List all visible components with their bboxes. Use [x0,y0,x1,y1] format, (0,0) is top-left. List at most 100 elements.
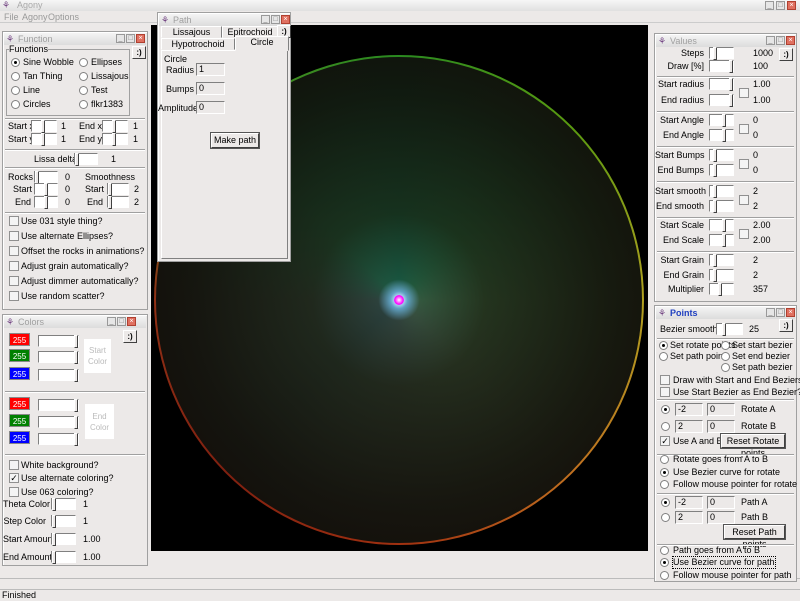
link-checkbox[interactable] [739,159,749,169]
reset-rotate-points-button[interactable]: Reset Rotate points [721,434,785,458]
path-a-y-input[interactable]: 0 [707,496,735,509]
smiley-button[interactable]: :) [779,319,793,332]
checkbox-alternate-coloring[interactable]: ✓ [9,473,19,483]
end-scale-slider[interactable] [709,234,734,247]
radio-lissajous[interactable] [79,72,88,81]
slider-thumb[interactable] [722,219,726,232]
end-smooth-slider[interactable] [709,200,734,213]
start-scale-slider[interactable] [709,219,734,232]
theta-color-slider[interactable] [51,498,76,511]
maximize-button[interactable]: □ [776,36,785,45]
radio-tan-thing[interactable] [11,72,20,81]
checkbox-draw-start-end-beziers[interactable] [660,375,670,385]
checkbox-random-scatter[interactable] [9,291,19,301]
start-red-slider[interactable] [38,335,79,348]
link-checkbox[interactable] [739,229,749,239]
start-smooth-slider[interactable] [709,185,734,198]
menu-agony[interactable]: Agony [22,12,48,23]
bumps-input[interactable]: 0 [196,82,225,95]
path-b-y-input[interactable]: 0 [707,511,735,524]
radio-path-bezier[interactable] [660,558,669,567]
multiplier-slider[interactable] [709,283,734,296]
rocks-end-slider[interactable] [34,196,58,209]
colors-title-bar[interactable]: ⚘ Colors _ □ × [4,316,146,328]
slider-thumb[interactable] [718,283,722,296]
minimize-button[interactable]: _ [766,308,775,317]
start-angle-slider[interactable] [709,114,734,127]
menu-options[interactable]: Options [48,12,79,23]
values-title-bar[interactable]: ⚘ Values _ □ × [656,35,795,47]
checkbox-adjust-grain[interactable] [9,261,19,271]
lissa-delta-slider[interactable] [74,153,98,166]
start-x-slider[interactable] [31,120,57,133]
link-checkbox[interactable] [739,195,749,205]
radio-path-b[interactable] [661,513,670,522]
start-blue-swatch[interactable]: 255 [9,367,30,380]
link-checkbox[interactable] [739,88,749,98]
smooth-start-slider[interactable] [107,183,129,196]
slider-thumb[interactable] [722,234,726,247]
maximize-button[interactable]: □ [126,34,135,43]
close-button[interactable]: × [786,308,795,317]
amplitude-input[interactable]: 0 [196,101,225,114]
end-red-swatch[interactable]: 255 [9,397,30,410]
tab-hypotrochoid[interactable]: Hypotrochoid [161,38,235,50]
steps-slider[interactable] [709,47,734,60]
step-color-slider[interactable] [51,515,76,528]
rocks-slider[interactable] [34,171,58,184]
start-blue-slider[interactable] [38,369,79,382]
link-checkbox[interactable] [739,124,749,134]
slider-thumb[interactable] [713,200,717,213]
radio-rotate-b[interactable] [661,422,670,431]
radio-circles[interactable] [11,100,20,109]
radio-ellipses[interactable] [79,58,88,67]
slider-thumb[interactable] [713,269,717,282]
rotate-a-x-input[interactable]: -2 [675,403,703,416]
end-red-slider[interactable] [38,399,79,412]
start-radius-slider[interactable] [709,78,734,91]
radio-flkr1383[interactable] [79,100,88,109]
close-button[interactable]: × [786,36,795,45]
bezier-smoothing-slider[interactable] [716,323,743,336]
radio-rotate-bezier[interactable] [660,468,669,477]
end-green-slider[interactable] [38,416,79,429]
start-amount-slider[interactable] [51,533,76,546]
slider-thumb[interactable] [713,47,717,60]
smiley-button[interactable]: :) [123,330,137,343]
rotate-b-x-input[interactable]: 2 [675,420,703,433]
radio-line[interactable] [11,86,20,95]
end-y-slider[interactable] [102,133,128,146]
slider-thumb[interactable] [713,149,717,162]
slider-thumb[interactable] [713,185,717,198]
end-bumps-slider[interactable] [709,164,734,177]
checkbox-031-style[interactable] [9,216,19,226]
start-y-slider[interactable] [31,133,57,146]
start-red-swatch[interactable]: 255 [9,333,30,346]
minimize-button[interactable]: _ [766,36,775,45]
slider-thumb[interactable] [713,254,717,267]
radio-test[interactable] [79,86,88,95]
radio-rotate-a[interactable] [661,405,670,414]
maximize-button[interactable]: □ [271,15,280,24]
minimize-button[interactable]: _ [116,34,125,43]
close-button[interactable]: × [136,34,145,43]
checkbox-offset-rocks[interactable] [9,246,19,256]
radio-set-end-bezier[interactable] [721,352,730,361]
path-a-x-input[interactable]: -2 [675,496,703,509]
tab-lissajous[interactable]: Lissajous [161,26,222,38]
radius-input[interactable]: 1 [196,63,225,76]
slider-thumb[interactable] [722,129,726,142]
close-button[interactable]: × [787,1,796,10]
rotate-a-y-input[interactable]: 0 [707,403,735,416]
slider-thumb[interactable] [729,94,733,107]
tab-circle[interactable]: Circle [235,36,289,51]
maximize-button[interactable]: □ [117,317,126,326]
make-path-button[interactable]: Make path [211,133,259,148]
radio-sine-wobble[interactable] [11,58,20,67]
minimize-button[interactable]: _ [261,15,270,24]
maximize-button[interactable]: □ [776,1,785,10]
smiley-button[interactable]: :) [779,48,793,61]
draw-slider[interactable] [709,60,734,73]
checkbox-alternate-ellipses[interactable] [9,231,19,241]
reset-path-points-button[interactable]: Reset Path points [724,525,785,549]
